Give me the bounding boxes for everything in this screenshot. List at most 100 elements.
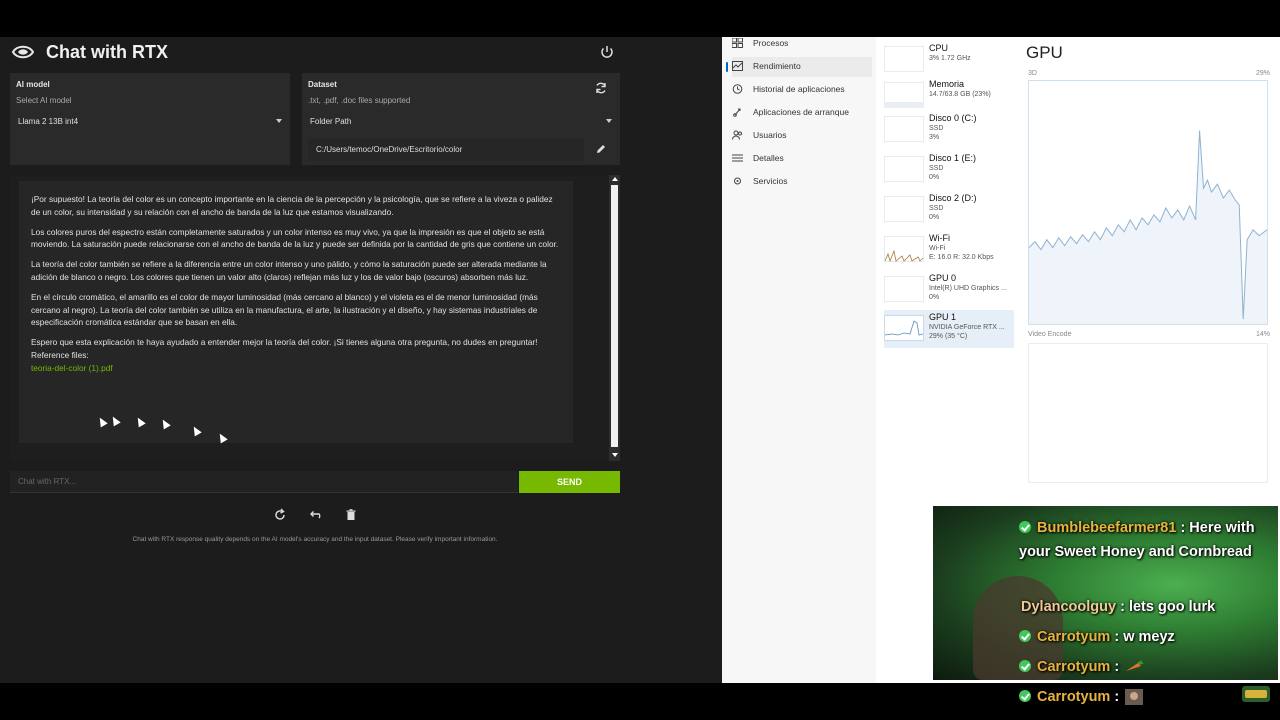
- resource-stat: Intel(R) UHD Graphics ...: [929, 285, 1007, 292]
- resource-wifi[interactable]: Wi-Fi Wi-Fi E: 16.0 R: 32.0 Kbps: [884, 231, 1014, 269]
- scroll-down-arrow-icon[interactable]: [612, 453, 618, 457]
- resource-stat: SSD: [929, 165, 944, 172]
- details-icon: [732, 154, 743, 162]
- nav-item-label: Detalles: [753, 153, 784, 163]
- resource-disco-0[interactable]: Disco 0 (C:) SSD 3%: [884, 111, 1014, 149]
- chevron-down-icon: [606, 119, 612, 123]
- resource-name: Disco 1 (E:): [929, 153, 977, 163]
- chat-username: Carrotyum: [1037, 659, 1111, 675]
- reference-files-label: Reference files:: [31, 349, 89, 360]
- gpu-video-encode-graph: [1028, 343, 1268, 483]
- nav-item-usuarios[interactable]: Usuarios: [732, 126, 872, 146]
- response-closing: Espero que esta explicación te haya ayud…: [31, 337, 538, 348]
- dataset-panel: Dataset .txt, .pdf, .doc files supported…: [302, 73, 620, 165]
- resource-stat: 0%: [929, 294, 940, 301]
- startup-icon: [733, 108, 741, 117]
- resource-name: Wi-Fi: [929, 233, 950, 243]
- ai-model-value: Llama 2 13B int4: [18, 117, 79, 126]
- chat-scrollbar[interactable]: [609, 175, 620, 461]
- resource-name: Disco 0 (C:): [929, 113, 977, 123]
- graph-value-video-encode: 14%: [1256, 331, 1271, 338]
- resource-stat: NVIDIA GeForce RTX ...: [929, 324, 1005, 331]
- regenerate-button[interactable]: [271, 506, 289, 524]
- refresh-icon[interactable]: [594, 81, 608, 95]
- resource-cpu[interactable]: CPU 3% 1.72 GHz: [884, 41, 1014, 79]
- dataset-hint: .txt, .pdf, .doc files supported: [308, 96, 411, 105]
- mini-graph: [884, 116, 924, 142]
- graph-value-3d: 29%: [1256, 70, 1271, 77]
- mini-graph: [884, 46, 924, 72]
- task-manager-nav: Procesos Rendimiento Historial de aplica…: [722, 37, 876, 683]
- history-icon: [732, 84, 743, 94]
- assistant-response: ¡Por supuesto! La teoría del color es un…: [19, 181, 573, 443]
- nav-item-procesos[interactable]: Procesos: [732, 34, 872, 54]
- check-badge-icon: [1019, 660, 1031, 672]
- ai-model-label: AI model: [16, 80, 50, 89]
- mini-graph: [884, 82, 924, 108]
- gpu-3d-graph: [1028, 80, 1268, 325]
- resource-stat: 14.7/63.8 GB (23%): [929, 91, 991, 98]
- nav-item-detalles[interactable]: Detalles: [732, 149, 872, 169]
- chat-text: :: [1110, 659, 1120, 675]
- stream-chat-message: Carrotyum : w meyz: [1019, 625, 1175, 649]
- nav-item-label: Rendimiento: [753, 61, 801, 71]
- users-icon: [732, 130, 742, 140]
- app-title: Chat with RTX: [46, 42, 168, 62]
- chat-username: Carrotyum: [1037, 689, 1111, 705]
- nav-item-arranque[interactable]: Aplicaciones de arranque: [732, 103, 872, 123]
- scrollbar-thumb[interactable]: [611, 185, 618, 447]
- stream-chat-message: Bumblebeefarmer81 : Here with your Sweet…: [1019, 516, 1264, 564]
- nav-item-servicios[interactable]: Servicios: [732, 172, 872, 192]
- letterbox-top: [0, 0, 1280, 37]
- app-header: Chat with RTX: [0, 37, 722, 69]
- stream-chat-message: Carrotyum :: [1019, 685, 1145, 709]
- resource-disco-2[interactable]: Disco 2 (D:) SSD 0%: [884, 191, 1014, 229]
- chat-username: Bumblebeefarmer81: [1037, 520, 1177, 536]
- channel-logo-icon: [1242, 686, 1270, 702]
- response-paragraph: Los colores puros del espectro están com…: [31, 226, 559, 250]
- resource-memoria[interactable]: Memoria 14.7/63.8 GB (23%): [884, 77, 1014, 115]
- delete-button[interactable]: [342, 506, 360, 524]
- ai-model-panel: AI model Select AI model Llama 2 13B int…: [10, 73, 290, 165]
- stream-chat-message: Carrotyum :: [1019, 655, 1145, 679]
- response-paragraph: En el círculo cromático, el amarillo es …: [31, 291, 538, 328]
- dataset-path-field[interactable]: C:/Users/temoc/OneDrive/Escritorio/color: [308, 139, 584, 161]
- scroll-up-arrow-icon[interactable]: [612, 177, 618, 181]
- chat-input[interactable]: Chat with RTX...: [10, 471, 518, 493]
- dataset-source-value: Folder Path: [310, 117, 352, 126]
- resource-name: GPU 0: [929, 273, 957, 283]
- reference-file-link[interactable]: teoria-del-color (1).pdf: [31, 362, 561, 375]
- dataset-source-select[interactable]: Folder Path: [302, 111, 620, 133]
- ai-model-select[interactable]: Llama 2 13B int4: [10, 111, 290, 133]
- chat-username: Carrotyum: [1037, 629, 1111, 645]
- mini-graph: [884, 196, 924, 222]
- response-paragraph: ¡Por supuesto! La teoría del color es un…: [31, 194, 553, 217]
- performance-icon: [732, 61, 743, 71]
- dataset-label: Dataset: [308, 80, 337, 89]
- carrot-emote-icon: [1126, 660, 1144, 672]
- mini-graph: [884, 156, 924, 182]
- power-button[interactable]: [598, 43, 616, 61]
- chat-text: :: [1110, 689, 1120, 705]
- nav-item-historial[interactable]: Historial de aplicaciones: [732, 80, 872, 100]
- undo-button[interactable]: [306, 506, 324, 524]
- resource-gpu-0[interactable]: GPU 0 Intel(R) UHD Graphics ... 0%: [884, 271, 1014, 309]
- send-button[interactable]: SEND: [519, 471, 620, 493]
- edit-pencil-icon[interactable]: [595, 143, 607, 155]
- resource-disco-1[interactable]: Disco 1 (E:) SSD 0%: [884, 151, 1014, 189]
- resource-name: GPU 1: [929, 312, 957, 322]
- nav-item-label: Servicios: [753, 176, 788, 186]
- mini-graph: [884, 315, 924, 341]
- resource-gpu-1[interactable]: GPU 1 NVIDIA GeForce RTX ... 29% (35 °C): [884, 310, 1014, 348]
- resource-stat: 0%: [929, 174, 940, 181]
- graph-label-video-encode: Video Encode: [1028, 331, 1072, 338]
- resource-stat: Wi-Fi: [929, 245, 946, 252]
- nav-item-label: Aplicaciones de arranque: [753, 107, 849, 117]
- resource-stat: 3%: [929, 134, 940, 141]
- nav-item-rendimiento[interactable]: Rendimiento: [726, 57, 872, 77]
- response-paragraph: La teoría del color también se refiere a…: [31, 259, 547, 282]
- stream-chat-message: Dylancoolguy : lets goo lurk: [1021, 595, 1215, 619]
- check-badge-icon: [1019, 521, 1031, 533]
- nvidia-logo-icon: [11, 45, 35, 59]
- chat-history[interactable]: ¡Por supuesto! La teoría del color es un…: [10, 175, 620, 461]
